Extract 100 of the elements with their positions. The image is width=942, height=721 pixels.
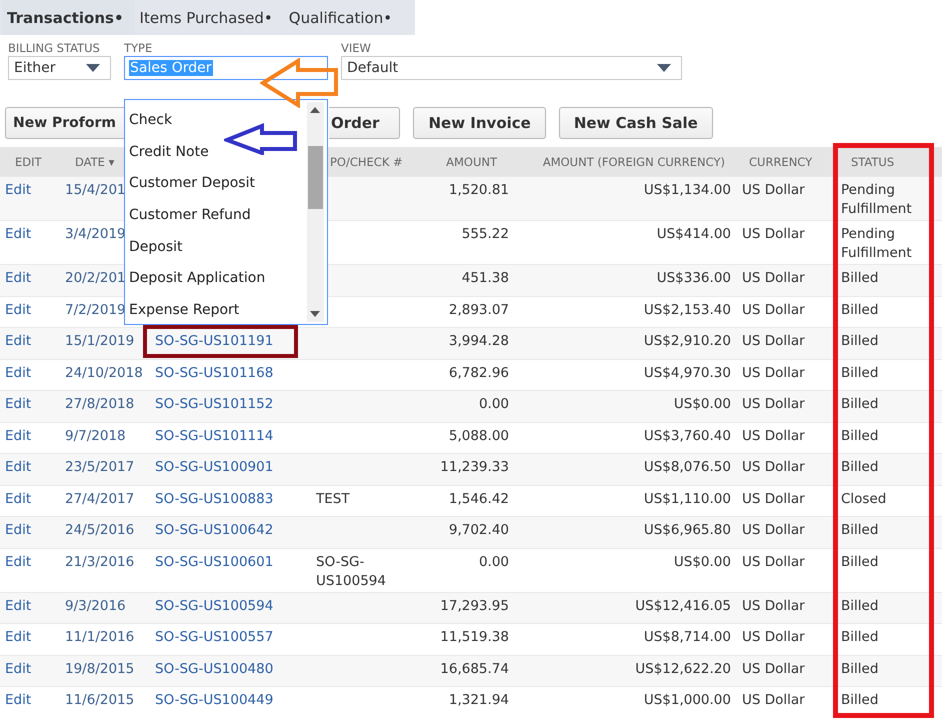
edit-link[interactable]: Edit	[5, 490, 32, 506]
edit-link[interactable]: Edit	[5, 554, 32, 570]
column-header[interactable]: DATE ▾	[75, 154, 114, 168]
select-field[interactable]: Default	[341, 56, 682, 80]
edit-link[interactable]: Edit	[5, 522, 32, 538]
menu-option[interactable]: Customer Deposit	[125, 171, 307, 204]
status-cell: Billed	[841, 522, 878, 538]
currency-cell: US Dollar	[742, 554, 805, 570]
status-cell: Billed	[841, 428, 878, 444]
foreign-amount-cell: US$0.00	[674, 554, 731, 570]
currency-cell: US Dollar	[742, 629, 805, 645]
date-cell: 27/4/2017	[65, 490, 134, 506]
amount-cell: 451.38	[462, 270, 509, 286]
tab[interactable]: Transactions•	[2, 0, 135, 35]
date-cell: 11/1/2016	[65, 629, 134, 645]
number-link[interactable]: SO-SG-US100594	[155, 598, 274, 614]
status-cell: Billed	[841, 459, 878, 475]
date-cell: 15/1/2019	[65, 333, 134, 349]
edit-link[interactable]: Edit	[5, 364, 32, 380]
edit-link[interactable]: Edit	[5, 182, 32, 198]
number-link[interactable]: SO-SG-US100557	[155, 629, 274, 645]
currency-cell: US Dollar	[742, 660, 805, 676]
edit-link[interactable]: Edit	[5, 302, 32, 318]
date-cell: 7/2/2019	[65, 302, 126, 318]
amount-cell: 6,782.96	[448, 364, 509, 380]
status-cell: Billed	[841, 660, 878, 676]
edit-link[interactable]: Edit	[5, 459, 32, 475]
status-cell: Billed	[841, 692, 878, 708]
filter-label: BILLING STATUS	[8, 41, 100, 55]
action-button[interactable]: New Cash Sale	[558, 107, 713, 139]
edit-link[interactable]: Edit	[5, 333, 32, 349]
menu-option[interactable]: Deposit	[125, 234, 307, 266]
scroll-up-icon[interactable]	[310, 107, 320, 113]
foreign-amount-cell: US$8,714.00	[644, 629, 731, 645]
tab[interactable]: Items Purchased•	[134, 0, 284, 35]
currency-cell: US Dollar	[742, 270, 805, 286]
foreign-amount-cell: US$1,110.00	[644, 490, 731, 506]
menu-option[interactable]: Expense Report	[125, 298, 307, 330]
tab[interactable]: Qualification•	[284, 0, 404, 35]
edit-link[interactable]: Edit	[5, 428, 32, 444]
edit-link[interactable]: Edit	[5, 629, 32, 645]
currency-cell: US Dollar	[742, 396, 805, 412]
edit-link[interactable]: Edit	[5, 226, 32, 242]
number-link[interactable]: SO-SG-US100642	[155, 522, 274, 538]
currency-cell: US Dollar	[742, 692, 805, 708]
foreign-amount-cell: US$8,076.50	[644, 459, 731, 475]
filter-label: VIEW	[341, 41, 371, 55]
caret-icon	[657, 64, 671, 72]
column-header[interactable]: AMOUNT (FOREIGN CURRENCY)	[542, 154, 725, 168]
menu-option[interactable]: Credit Note	[125, 140, 307, 172]
status-cell: Pending Fulfillment	[841, 226, 912, 261]
amount-cell: 1,546.42	[448, 490, 509, 506]
foreign-amount-cell: US$12,622.20	[635, 660, 731, 676]
action-button[interactable]: New Invoice	[413, 107, 546, 139]
amount-cell: 0.00	[478, 396, 509, 412]
amount-cell: 9,702.40	[448, 522, 509, 538]
scroll-thumb[interactable]	[308, 146, 323, 209]
number-link[interactable]: SO-SG-US101152	[155, 396, 274, 412]
number-link[interactable]: SO-SG-US100449	[155, 692, 274, 708]
number-link[interactable]: SO-SG-US100480	[155, 660, 274, 676]
edit-link[interactable]: Edit	[5, 598, 32, 614]
menu-option[interactable]: Deposit Application	[125, 266, 307, 298]
amount-cell: 5,088.00	[448, 428, 509, 444]
currency-cell: US Dollar	[742, 302, 805, 318]
date-cell: 23/5/2017	[65, 459, 134, 475]
number-link[interactable]: SO-SG-US100601	[155, 554, 274, 570]
column-header[interactable]: STATUS	[851, 154, 894, 168]
amount-cell: 1,520.81	[448, 182, 509, 198]
column-header[interactable]: EDIT	[15, 154, 42, 168]
date-cell: 11/6/2015	[65, 692, 134, 708]
scrollbar[interactable]	[307, 102, 324, 322]
select-field[interactable]: Either	[8, 56, 111, 80]
currency-cell: US Dollar	[742, 182, 805, 198]
amount-cell: 2,893.07	[448, 302, 509, 318]
foreign-amount-cell: US$12,416.05	[635, 598, 731, 614]
status-cell: Billed	[841, 302, 878, 318]
menu-option[interactable]: Customer Refund	[125, 203, 307, 235]
edit-link[interactable]: Edit	[5, 692, 32, 708]
date-cell: 3/4/2019	[65, 226, 126, 242]
column-header[interactable]: CURRENCY	[749, 154, 812, 168]
edit-link[interactable]: Edit	[5, 270, 32, 286]
number-link[interactable]: SO-SG-US100883	[155, 490, 274, 506]
foreign-amount-cell: US$3,760.40	[644, 428, 731, 444]
number-link[interactable]: SO-SG-US101114	[155, 428, 274, 444]
action-button[interactable]: New Proform	[5, 107, 124, 139]
status-cell: Billed	[841, 364, 878, 380]
edit-link[interactable]: Edit	[5, 396, 32, 412]
column-header[interactable]: AMOUNT	[446, 154, 497, 168]
po-cell: SO-SG-US100594	[316, 554, 386, 588]
menu-option[interactable]: Check	[125, 108, 307, 140]
scroll-down-icon[interactable]	[310, 311, 320, 317]
number-link[interactable]: SO-SG-US101191	[155, 333, 274, 349]
edit-link[interactable]: Edit	[5, 660, 32, 676]
amount-cell: 3,994.28	[448, 333, 509, 349]
number-link[interactable]: SO-SG-US101168	[155, 364, 274, 380]
column-header[interactable]: PO/CHECK #	[330, 154, 403, 168]
action-button[interactable]: Order	[329, 107, 400, 139]
currency-cell: US Dollar	[742, 598, 805, 614]
status-cell: Billed	[841, 333, 878, 349]
number-link[interactable]: SO-SG-US100901	[155, 459, 274, 475]
